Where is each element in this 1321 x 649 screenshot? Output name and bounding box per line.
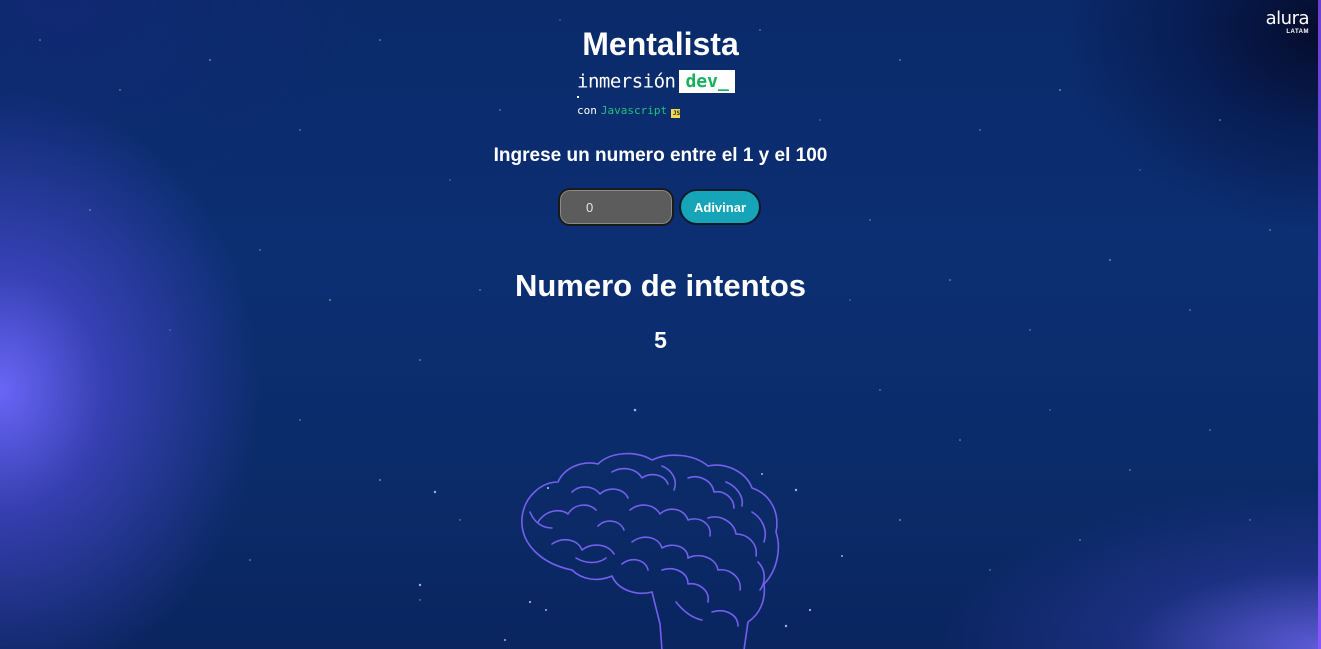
- language-label: Javascript: [600, 104, 668, 117]
- logo-dot: [577, 96, 579, 98]
- con-label: con: [577, 104, 597, 117]
- guess-prompt: Ingrese un numero entre el 1 y el 100: [493, 145, 828, 166]
- inmersion-dev-logo: inmersión dev_: [577, 70, 735, 96]
- inmersion-word: inmersión: [577, 70, 676, 93]
- guess-button[interactable]: Adivinar: [679, 189, 761, 225]
- brain-outline-icon: [521, 452, 780, 649]
- page-title: Mentalista: [582, 26, 739, 62]
- attempts-count: 5: [654, 327, 667, 353]
- js-icon: JS: [671, 109, 681, 118]
- guess-number-input[interactable]: [558, 188, 674, 226]
- dev-badge: dev_: [679, 70, 735, 93]
- attempts-title: Numero de intentos: [514, 268, 807, 303]
- con-javascript-label: con Javascript JS: [577, 104, 681, 118]
